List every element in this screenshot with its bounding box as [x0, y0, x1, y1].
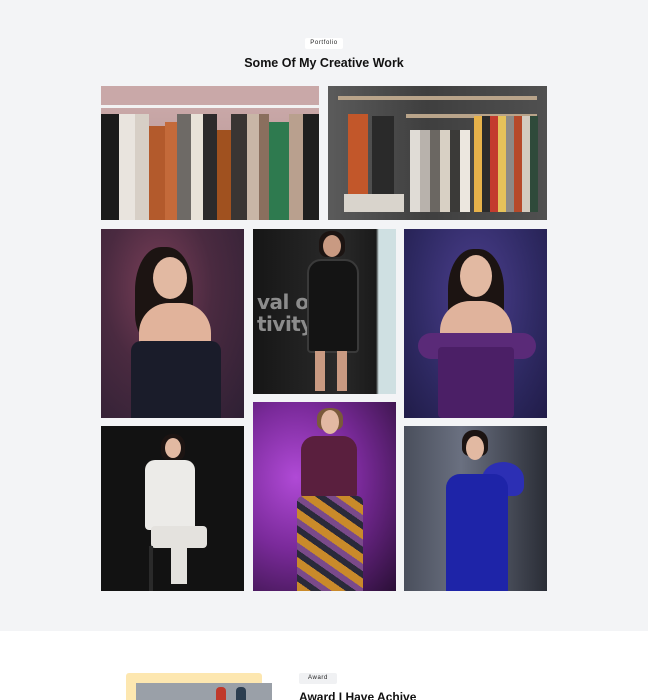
model-face	[153, 257, 187, 299]
garment	[259, 114, 269, 220]
model-dress	[446, 474, 508, 591]
garment	[303, 114, 319, 220]
garment	[430, 130, 440, 212]
model-leg	[337, 351, 347, 391]
garment	[506, 116, 514, 212]
garment	[440, 130, 450, 212]
clothing-rail	[101, 105, 319, 108]
portfolio-photo-runway-black[interactable]: val of tivity	[253, 229, 396, 394]
model-jacket	[145, 460, 195, 530]
stool	[149, 546, 153, 591]
model-skirt	[297, 496, 363, 591]
award-image-figure	[216, 687, 226, 700]
portfolio-badge: Portfolio	[305, 38, 343, 49]
portfolio-section: Portfolio Some Of My Creative Work val o…	[0, 0, 648, 631]
garment	[420, 130, 430, 212]
garment	[490, 116, 498, 212]
garment	[474, 116, 482, 212]
model-dress	[307, 259, 359, 353]
garment	[231, 114, 247, 220]
garment	[410, 130, 420, 212]
award-badge: Award	[299, 673, 337, 684]
award-title: Award I Have Achive	[299, 690, 417, 700]
garment	[135, 114, 149, 220]
garment	[450, 130, 460, 212]
portfolio-photo-runway-purple[interactable]	[253, 402, 396, 591]
model-leg	[315, 351, 325, 391]
model-face	[460, 255, 492, 297]
garment	[191, 114, 203, 220]
garment	[101, 114, 119, 220]
garment	[217, 130, 231, 220]
garment	[482, 116, 490, 212]
garment	[247, 114, 259, 220]
garment	[522, 116, 530, 212]
portfolio-photo-model-purple-dress[interactable]	[404, 229, 547, 418]
garment	[165, 122, 177, 220]
model-dress	[131, 341, 221, 418]
award-image	[136, 683, 272, 700]
garment	[269, 122, 289, 220]
model-face	[323, 235, 341, 257]
model-face	[466, 436, 484, 460]
garment	[203, 114, 217, 220]
garment	[460, 130, 470, 212]
model-face	[165, 438, 181, 458]
award-image-figure	[236, 687, 246, 700]
portfolio-photo-clothes-rack[interactable]	[101, 86, 319, 220]
model-pants-leg	[171, 544, 187, 584]
shelf	[338, 96, 537, 100]
garment	[119, 114, 135, 220]
portfolio-photo-model-dark-dress[interactable]	[101, 229, 244, 418]
garment	[530, 116, 538, 212]
garment	[177, 114, 191, 220]
garment	[498, 116, 506, 212]
portfolio-photo-model-blue-dress[interactable]	[404, 426, 547, 591]
section-title: Some Of My Creative Work	[244, 56, 404, 70]
garment	[514, 116, 522, 212]
portfolio-photo-wardrobe[interactable]	[328, 86, 547, 220]
garment	[289, 114, 303, 220]
model-face	[321, 410, 339, 434]
folded-clothes	[344, 194, 404, 212]
model-top	[301, 436, 357, 498]
garment	[149, 126, 165, 220]
portfolio-photo-model-white-suit[interactable]	[101, 426, 244, 591]
model-dress	[438, 347, 514, 418]
